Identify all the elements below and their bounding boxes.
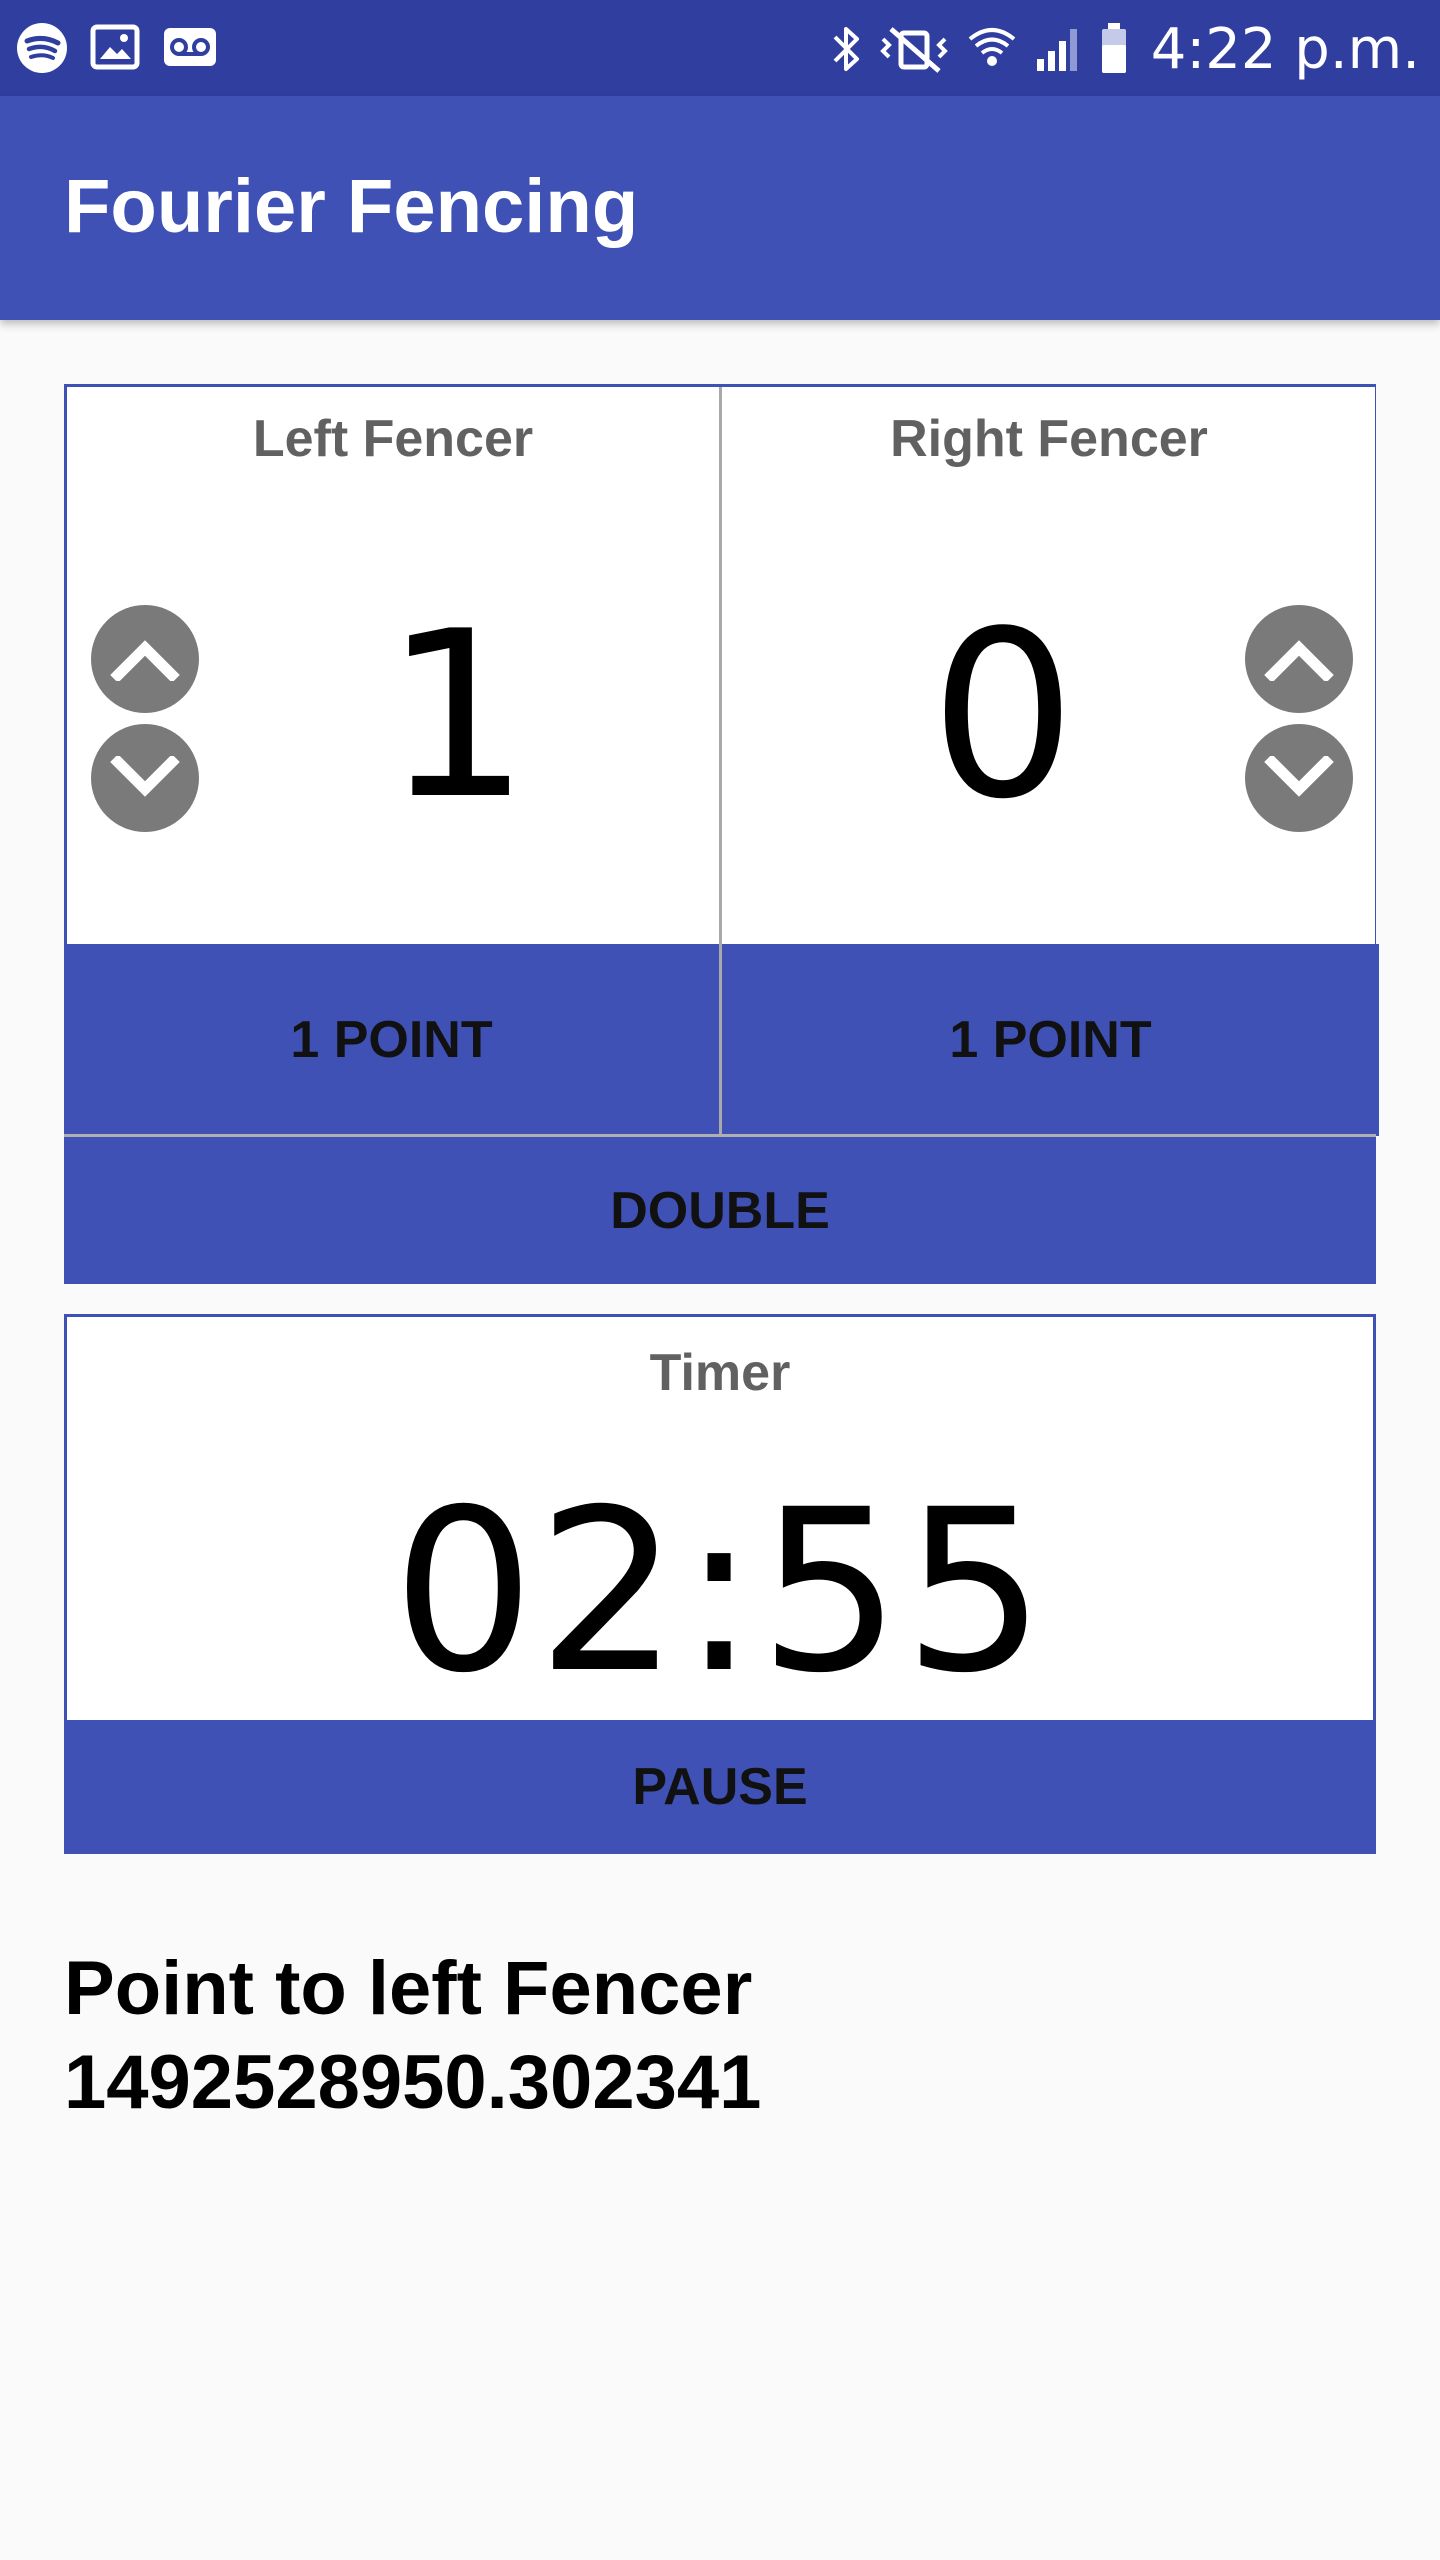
left-score-value: 1 [383, 583, 531, 850]
event-timestamp: 1492528950.302341 [64, 2040, 762, 2125]
pause-button[interactable]: PAUSE [64, 1720, 1376, 1854]
notification-icons [16, 22, 218, 74]
right-score-down-button[interactable] [1245, 724, 1353, 832]
right-score-value: 0 [929, 583, 1077, 850]
event-message-text: Point to left Fencer [64, 1946, 753, 2031]
system-icons: 4:22 p.m. [831, 14, 1420, 84]
event-message: Point to left Fencer 1492528950.302341 [64, 1942, 1364, 2130]
status-bar: 4:22 p.m. [0, 0, 1440, 96]
bluetooth-icon [833, 27, 859, 71]
voicemail-icon [164, 28, 216, 66]
app-bar: Fourier Fencing [0, 96, 1440, 320]
gallery-icon [90, 24, 140, 70]
vibrate-mute-icon [879, 27, 948, 73]
chevron-down-icon [110, 756, 180, 797]
left-point-button[interactable]: 1 POINT [64, 944, 719, 1136]
chevron-up-icon [110, 640, 180, 681]
timer-label: Timer [649, 1344, 791, 1402]
signal-icon [1036, 29, 1077, 71]
double-button[interactable]: DOUBLE [64, 1134, 1376, 1284]
battery-icon [1101, 23, 1126, 73]
left-score-down-button[interactable] [91, 724, 199, 832]
wifi-icon [968, 28, 1016, 66]
status-time: 4:22 p.m. [1150, 16, 1420, 82]
right-fencer-panel: Right Fencer 0 [723, 387, 1375, 944]
timer-value: 02:55 [392, 1461, 1048, 1722]
right-point-button[interactable]: 1 POINT [722, 944, 1379, 1136]
spotify-icon [17, 23, 67, 73]
left-fencer-label: Left Fencer [252, 410, 534, 468]
left-fencer-panel: Left Fencer 1 [67, 387, 719, 944]
app-title: Fourier Fencing [64, 164, 639, 249]
right-score-up-button[interactable] [1245, 605, 1353, 713]
right-fencer-label: Right Fencer [890, 410, 1208, 468]
chevron-down-icon [1264, 756, 1334, 797]
left-score-up-button[interactable] [91, 605, 199, 713]
chevron-up-icon [1264, 640, 1334, 681]
